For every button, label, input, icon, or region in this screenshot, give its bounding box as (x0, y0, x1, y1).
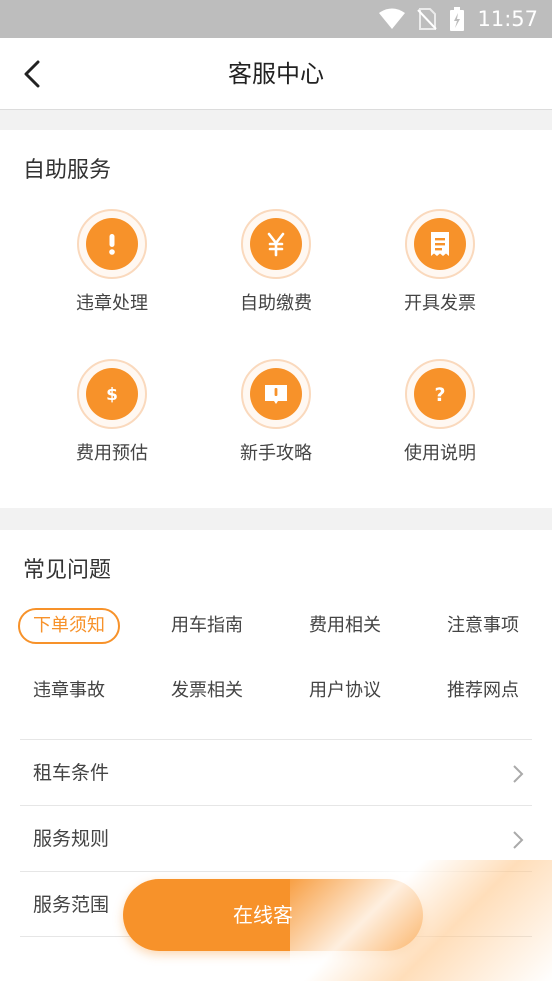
service-item-fee-estimate[interactable]: $ 费用预估 (42, 359, 182, 469)
question-icon: ? (434, 384, 445, 406)
yen-icon (267, 232, 285, 257)
faq-tab-invoice[interactable]: 发票相关 (156, 673, 258, 709)
service-item-guide[interactable]: 新手攻略 (206, 359, 346, 469)
status-icons: 11:57 (379, 0, 538, 38)
self-service-section: 自助服务 违章处理 自助缴费 开具发票 $ 费用预估 新手攻略 ? 使用说明 (0, 130, 552, 508)
service-label: 使用说明 (404, 443, 476, 464)
chevron-right-icon (513, 831, 524, 849)
page-title: 客服中心 (228, 60, 324, 88)
online-service-button[interactable]: 在线客 (123, 879, 423, 951)
service-item-instructions[interactable]: ? 使用说明 (370, 359, 510, 469)
back-button[interactable] (14, 54, 50, 94)
list-item-label: 服务范围 (33, 894, 110, 916)
online-service-label: 在线客 (233, 903, 293, 927)
faq-tab-violation-accident[interactable]: 违章事故 (18, 673, 120, 709)
faq-tab-fees[interactable]: 费用相关 (294, 608, 396, 644)
wifi-icon (379, 8, 406, 29)
exclamation-icon (109, 234, 115, 255)
chevron-left-icon (24, 60, 40, 88)
list-item-label: 服务规则 (33, 828, 110, 850)
navbar: 客服中心 (0, 38, 552, 110)
book-icon (265, 385, 287, 404)
faq-tab-recommended-outlets[interactable]: 推荐网点 (432, 673, 534, 709)
receipt-icon (431, 232, 449, 256)
svg-text:?: ? (434, 384, 445, 406)
service-item-violation[interactable]: 违章处理 (42, 209, 182, 319)
no-sim-icon (417, 8, 438, 30)
faq-tab-order-notice[interactable]: 下单须知 (18, 608, 120, 644)
service-label: 自助缴费 (240, 293, 312, 314)
battery-icon (450, 7, 465, 31)
list-item-label: 租车条件 (33, 762, 110, 784)
chevron-right-icon (513, 765, 524, 783)
section-title-faq: 常见问题 (23, 558, 112, 583)
faq-list-item-rental-conditions[interactable]: 租车条件 (20, 739, 532, 805)
svg-text:$: $ (106, 385, 118, 405)
faq-tab-notes[interactable]: 注意事项 (432, 608, 534, 644)
dollar-icon: $ (106, 385, 118, 405)
service-label: 违章处理 (76, 293, 148, 314)
service-label: 费用预估 (76, 443, 148, 464)
service-item-invoice[interactable]: 开具发票 (370, 209, 510, 319)
service-item-self-pay[interactable]: 自助缴费 (206, 209, 346, 319)
faq-tab-user-agreement[interactable]: 用户协议 (294, 673, 396, 709)
section-title-self-service: 自助服务 (23, 158, 112, 183)
service-label: 新手攻略 (240, 443, 312, 464)
faq-list-item-service-rules[interactable]: 服务规则 (20, 805, 532, 871)
service-label: 开具发票 (404, 293, 476, 314)
status-bar: 11:57 (0, 0, 552, 38)
faq-tab-car-guide[interactable]: 用车指南 (156, 608, 258, 644)
status-time: 11:57 (477, 7, 538, 31)
